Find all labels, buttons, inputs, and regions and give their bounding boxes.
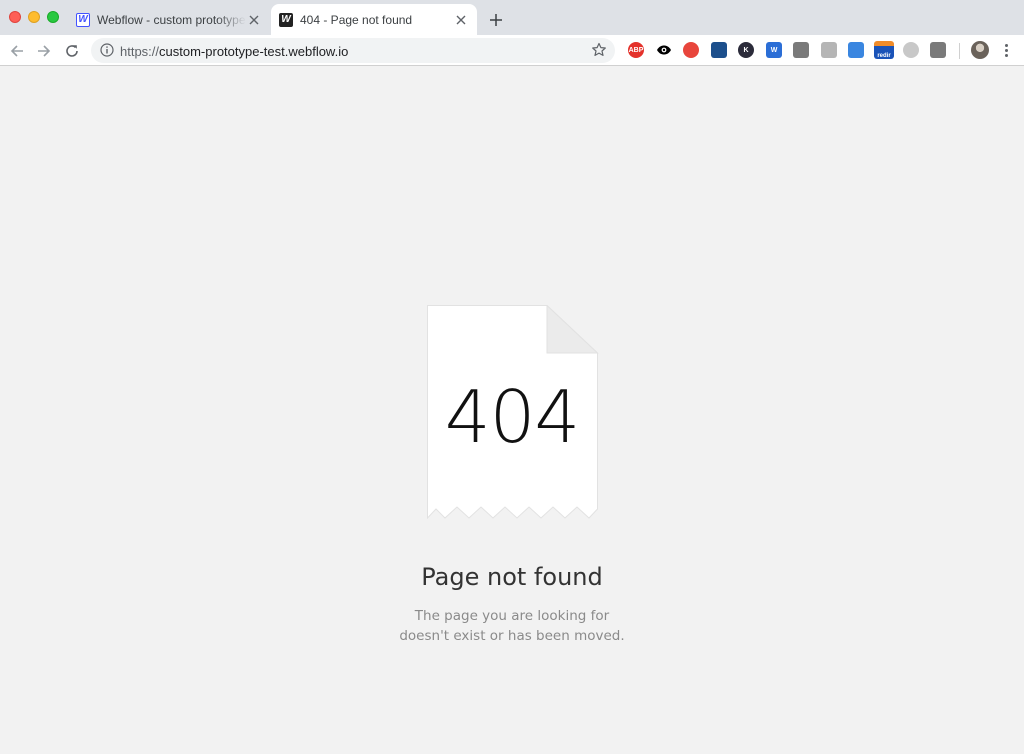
browser-toolbar: https://custom-prototype-test.webflow.io…: [0, 35, 1024, 66]
red-circle-extension-icon[interactable]: [683, 42, 699, 58]
kebab-menu-icon[interactable]: [999, 42, 1013, 58]
webflow-w-icon: W: [76, 12, 90, 27]
tab-404[interactable]: W 404 - Page not found: [271, 4, 477, 35]
blue-extension-icon[interactable]: [848, 42, 864, 58]
bar-chart-extension-icon[interactable]: [711, 42, 727, 58]
tab-title: Webflow - custom prototype test: [97, 12, 246, 27]
adblock-plus-icon[interactable]: ABP: [628, 42, 644, 58]
redirect-extension-icon[interactable]: redir: [874, 41, 894, 59]
page-content: 404 Page not found The page you are look…: [0, 67, 1024, 754]
window-minimize-button[interactable]: [28, 11, 40, 23]
url-host: custom-prototype-test.webflow.io: [159, 44, 349, 59]
tab-strip: W Webflow - custom prototype test W 404 …: [0, 0, 1024, 35]
page-title: Page not found: [421, 563, 603, 591]
new-tab-plus-icon[interactable]: [486, 10, 506, 30]
gray-extension-icon[interactable]: [821, 42, 837, 58]
window-close-button[interactable]: [9, 11, 21, 23]
forward-arrow-icon[interactable]: [33, 40, 55, 62]
bookmark-star-icon[interactable]: [591, 42, 607, 58]
url-text[interactable]: https://custom-prototype-test.webflow.io: [120, 44, 348, 59]
arrow-extension-icon[interactable]: [793, 42, 809, 58]
tab-title: 404 - Page not found: [300, 12, 413, 27]
error-code: 404: [444, 375, 580, 459]
tab-webflow[interactable]: W Webflow - custom prototype test: [68, 4, 270, 35]
satellite-extension-icon[interactable]: [930, 42, 946, 58]
w-extension-icon[interactable]: W: [766, 42, 782, 58]
tab-close-icon[interactable]: [246, 12, 262, 28]
back-arrow-icon[interactable]: [6, 40, 28, 62]
k-extension-icon[interactable]: K: [738, 42, 754, 58]
window-maximize-button[interactable]: [47, 11, 59, 23]
toolbar-divider: [959, 43, 960, 59]
error-message: The page you are looking for doesn't exi…: [399, 608, 625, 644]
eye-icon[interactable]: [656, 42, 672, 58]
info-icon[interactable]: [100, 43, 114, 57]
light-circle-extension-icon[interactable]: [903, 42, 919, 58]
profile-avatar[interactable]: [971, 41, 989, 59]
address-bar[interactable]: https://custom-prototype-test.webflow.io: [91, 38, 615, 63]
webflow-w-icon: W: [279, 12, 293, 27]
url-scheme: https://: [120, 44, 160, 59]
tab-close-icon[interactable]: [453, 12, 469, 28]
reload-icon[interactable]: [61, 40, 83, 62]
